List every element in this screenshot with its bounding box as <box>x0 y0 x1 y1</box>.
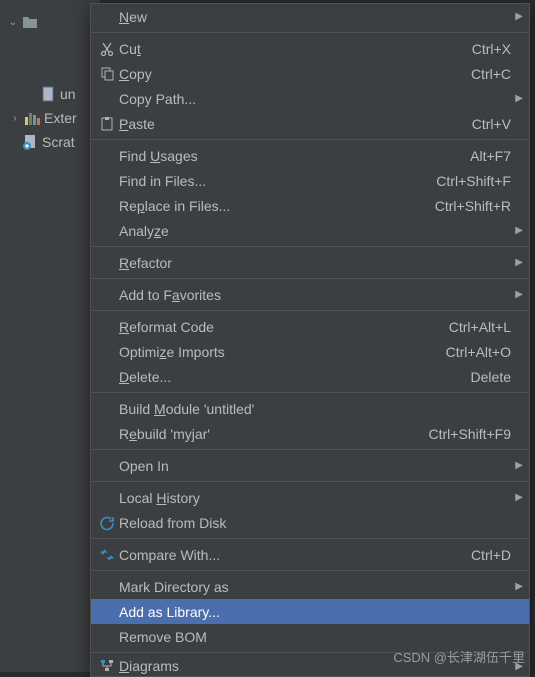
menu-label: Optimize Imports <box>119 344 446 360</box>
menu-label: Refactor <box>119 255 511 271</box>
menu-item-compare-with[interactable]: Compare With... Ctrl+D <box>91 542 529 567</box>
menu-item-rebuild[interactable]: Rebuild 'myjar' Ctrl+Shift+F9 <box>91 421 529 446</box>
menu-label: Open In <box>119 458 511 474</box>
project-tree-panel: ⌄ un › Exter Scrat <box>0 0 100 672</box>
menu-shortcut: Ctrl+Shift+F <box>436 173 511 189</box>
menu-item-refactor[interactable]: Refactor ▶ <box>91 250 529 275</box>
menu-shortcut: Ctrl+Shift+R <box>435 198 511 214</box>
reload-icon <box>95 515 119 531</box>
menu-separator <box>91 246 529 247</box>
tree-item-top[interactable]: ⌄ <box>0 10 100 34</box>
menu-item-copy[interactable]: Copy Ctrl+C <box>91 61 529 86</box>
menu-separator <box>91 481 529 482</box>
file-icon <box>40 86 56 102</box>
menu-label: Local History <box>119 490 511 506</box>
menu-item-copy-path[interactable]: Copy Path... ▶ <box>91 86 529 111</box>
menu-shortcut: Ctrl+Alt+O <box>446 344 511 360</box>
menu-item-reformat-code[interactable]: Reformat Code Ctrl+Alt+L <box>91 314 529 339</box>
menu-item-find-in-files[interactable]: Find in Files... Ctrl+Shift+F <box>91 168 529 193</box>
folder-icon <box>22 14 38 30</box>
menu-label: Copy <box>119 66 471 82</box>
menu-label: Delete... <box>119 369 471 385</box>
tree-item-external-libraries[interactable]: › Exter <box>0 106 100 130</box>
compare-icon <box>95 547 119 563</box>
menu-separator <box>91 570 529 571</box>
menu-shortcut: Delete <box>471 369 511 385</box>
tree-item-scratches[interactable]: Scrat <box>0 130 100 154</box>
menu-item-paste[interactable]: Paste Ctrl+V <box>91 111 529 136</box>
menu-label: Rebuild 'myjar' <box>119 426 429 442</box>
expand-arrow-icon: ⌄ <box>8 17 18 28</box>
submenu-arrow-icon: ▶ <box>515 492 523 503</box>
menu-item-delete[interactable]: Delete... Delete <box>91 364 529 389</box>
libraries-icon <box>24 110 40 126</box>
tree-item-label: Exter <box>44 110 77 126</box>
copy-icon <box>95 66 119 82</box>
menu-label: Analyze <box>119 223 511 239</box>
menu-label: Mark Directory as <box>119 579 511 595</box>
menu-item-analyze[interactable]: Analyze ▶ <box>91 218 529 243</box>
menu-item-new[interactable]: New ▶ <box>91 4 529 29</box>
menu-label: Add as Library... <box>119 604 511 620</box>
context-menu: New ▶ Cut Ctrl+X Copy Ctrl+C Copy Path..… <box>90 3 530 677</box>
menu-item-open-in[interactable]: Open In ▶ <box>91 453 529 478</box>
submenu-arrow-icon: ▶ <box>515 581 523 592</box>
scratches-icon <box>22 134 38 150</box>
menu-label: Find in Files... <box>119 173 436 189</box>
menu-separator <box>91 32 529 33</box>
menu-shortcut: Alt+F7 <box>470 148 511 164</box>
menu-label: Copy Path... <box>119 91 511 107</box>
menu-shortcut: Ctrl+C <box>471 66 511 82</box>
menu-shortcut: Ctrl+V <box>472 116 511 132</box>
menu-label: New <box>119 9 511 25</box>
menu-item-reload-from-disk[interactable]: Reload from Disk <box>91 510 529 535</box>
menu-separator <box>91 538 529 539</box>
submenu-arrow-icon: ▶ <box>515 257 523 268</box>
menu-item-find-usages[interactable]: Find Usages Alt+F7 <box>91 143 529 168</box>
menu-separator <box>91 392 529 393</box>
submenu-arrow-icon: ▶ <box>515 11 523 22</box>
menu-item-remove-bom[interactable]: Remove BOM <box>91 624 529 649</box>
menu-separator <box>91 449 529 450</box>
menu-separator <box>91 278 529 279</box>
menu-item-build-module[interactable]: Build Module 'untitled' <box>91 396 529 421</box>
submenu-arrow-icon: ▶ <box>515 93 523 104</box>
menu-item-add-to-favorites[interactable]: Add to Favorites ▶ <box>91 282 529 307</box>
menu-shortcut: Ctrl+Alt+L <box>449 319 511 335</box>
menu-label: Reload from Disk <box>119 515 511 531</box>
menu-item-mark-directory-as[interactable]: Mark Directory as ▶ <box>91 574 529 599</box>
submenu-arrow-icon: ▶ <box>515 460 523 471</box>
menu-label: Find Usages <box>119 148 470 164</box>
collapse-arrow-icon: › <box>10 113 20 124</box>
menu-separator <box>91 310 529 311</box>
menu-label: Build Module 'untitled' <box>119 401 511 417</box>
tree-item-untitled[interactable]: un <box>0 82 100 106</box>
menu-label: Paste <box>119 116 472 132</box>
menu-label: Compare With... <box>119 547 471 563</box>
menu-item-replace-in-files[interactable]: Replace in Files... Ctrl+Shift+R <box>91 193 529 218</box>
menu-item-add-as-library[interactable]: Add as Library... <box>91 599 529 624</box>
paste-icon <box>95 116 119 132</box>
tree-item-label: Scrat <box>42 134 75 150</box>
submenu-arrow-icon: ▶ <box>515 225 523 236</box>
tree-item-label: un <box>60 86 76 102</box>
menu-shortcut: Ctrl+X <box>472 41 511 57</box>
menu-label: Remove BOM <box>119 629 511 645</box>
watermark-text: CSDN @长津湖伍千里 <box>393 647 525 666</box>
menu-label: Cut <box>119 41 472 57</box>
menu-label: Replace in Files... <box>119 198 435 214</box>
menu-shortcut: Ctrl+D <box>471 547 511 563</box>
menu-item-local-history[interactable]: Local History ▶ <box>91 485 529 510</box>
cut-icon <box>95 41 119 57</box>
menu-label: Add to Favorites <box>119 287 511 303</box>
menu-item-cut[interactable]: Cut Ctrl+X <box>91 36 529 61</box>
menu-label: Reformat Code <box>119 319 449 335</box>
menu-item-optimize-imports[interactable]: Optimize Imports Ctrl+Alt+O <box>91 339 529 364</box>
menu-shortcut: Ctrl+Shift+F9 <box>429 426 511 442</box>
menu-separator <box>91 139 529 140</box>
submenu-arrow-icon: ▶ <box>515 289 523 300</box>
